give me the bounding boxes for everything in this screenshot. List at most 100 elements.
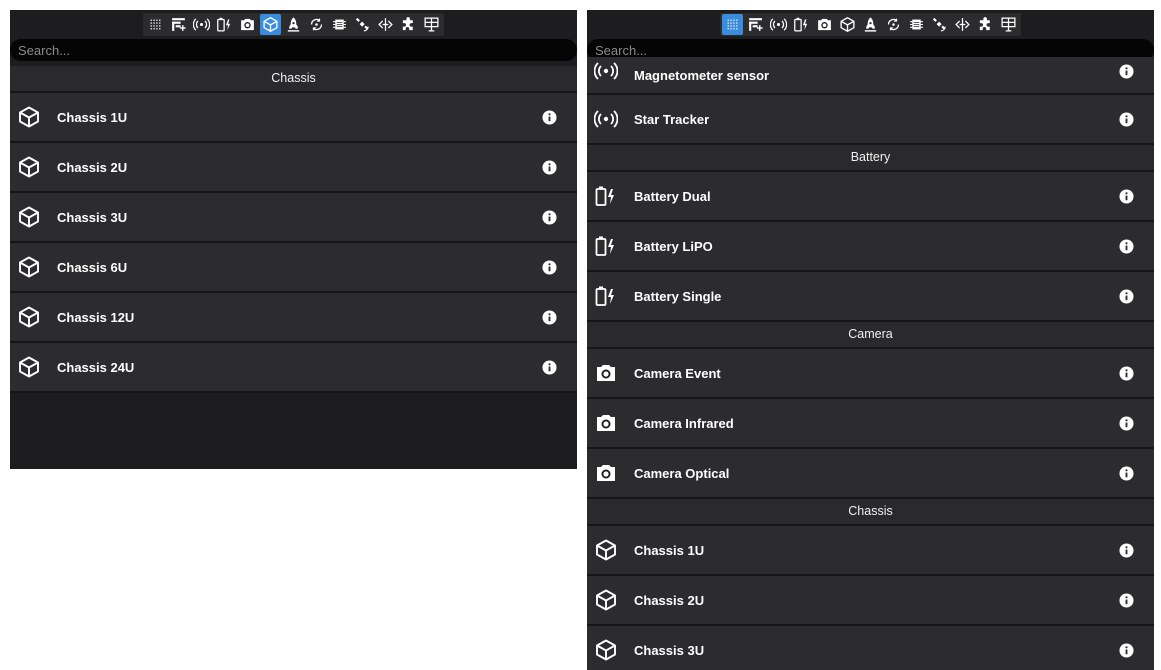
info-icon[interactable] (1119, 466, 1134, 481)
list-item-chassis-2u[interactable]: Chassis 2U (587, 576, 1154, 626)
list-item-battery-lipo[interactable]: Battery LiPO (587, 222, 1154, 272)
cube-icon (17, 205, 41, 229)
toolbar-rocket-button[interactable] (283, 14, 304, 35)
toolbar-dashboard-add-button[interactable] (168, 14, 189, 35)
toolbar-chip-button[interactable] (906, 14, 927, 35)
toolbar-satellite-button[interactable] (929, 14, 950, 35)
info-icon[interactable] (542, 210, 557, 225)
rotation-icon (308, 16, 325, 33)
info-icon[interactable] (1119, 366, 1134, 381)
list-item-label: Chassis 2U (634, 592, 705, 608)
cube-icon (594, 538, 618, 562)
toolbar-grid-button[interactable] (722, 13, 743, 35)
camera-icon (594, 461, 618, 485)
list-item-camera-event[interactable]: Camera Event (587, 349, 1154, 399)
list-item-label: Star Tracker (634, 111, 710, 127)
list-item-chassis-3u[interactable]: Chassis 3U (10, 193, 577, 243)
list-item-camera-optical[interactable]: Camera Optical (587, 449, 1154, 499)
toolbar-table-button[interactable] (421, 14, 442, 35)
list-item-label: Chassis 12U (57, 309, 135, 325)
info-icon[interactable] (1119, 593, 1134, 608)
info-icon[interactable] (1119, 289, 1134, 304)
toolbar-rotation-button[interactable] (306, 14, 327, 35)
list-item-label: Camera Optical (634, 465, 730, 481)
toolbar-rotation-button[interactable] (883, 14, 904, 35)
grid-icon (724, 16, 741, 33)
list-item-label: Camera Event (634, 365, 721, 381)
list-item-chassis-1u[interactable]: Chassis 1U (587, 526, 1154, 576)
info-icon[interactable] (542, 260, 557, 275)
toolbar-battery-charging-button[interactable] (214, 14, 235, 35)
list-item-battery-dual[interactable]: Battery Dual (587, 172, 1154, 222)
list-item-star-tracker[interactable]: Star Tracker (587, 95, 1154, 145)
info-icon[interactable] (542, 110, 557, 125)
cube-icon (17, 355, 41, 379)
list-item-label: Chassis 1U (57, 109, 128, 125)
info-icon[interactable] (542, 160, 557, 175)
toolbar-satellite-button[interactable] (352, 14, 373, 35)
cube-icon (594, 638, 618, 662)
toolbar-chip-button[interactable] (329, 14, 350, 35)
toolbar-antenna-button[interactable] (768, 14, 789, 35)
chip-icon (331, 16, 348, 33)
list-item-label: Chassis 3U (57, 209, 128, 225)
info-icon[interactable] (1119, 189, 1134, 204)
list-item-magnetometer-sensor[interactable]: Magnetometer sensor (587, 57, 1154, 95)
list-item-label: Chassis 24U (57, 359, 135, 375)
toolbar-puzzle-button[interactable] (975, 14, 996, 35)
toolbar-table-button[interactable] (998, 14, 1019, 35)
list-item-chassis-6u[interactable]: Chassis 6U (10, 243, 577, 293)
list-item-label: Chassis 2U (57, 159, 128, 175)
toolbar-dashboard-add-button[interactable] (745, 14, 766, 35)
list-item-label: Battery Dual (634, 188, 711, 204)
rocket-icon (862, 16, 879, 33)
info-icon[interactable] (542, 360, 557, 375)
list-item-label: Chassis 1U (634, 542, 705, 558)
toolbar-thruster-button[interactable] (375, 14, 396, 35)
section-header-chassis: Chassis (587, 499, 1154, 526)
info-icon[interactable] (1119, 64, 1134, 79)
puzzle-icon (400, 16, 417, 33)
toolbar-cube-button[interactable] (837, 14, 858, 35)
toolbar-group (143, 12, 444, 36)
cube-icon (17, 305, 41, 329)
list-item-camera-infrared[interactable]: Camera Infrared (587, 399, 1154, 449)
toolbar-camera-button[interactable] (237, 14, 258, 35)
search-input[interactable] (10, 39, 577, 61)
info-icon[interactable] (1119, 239, 1134, 254)
cube-icon (17, 155, 41, 179)
table-icon (1000, 16, 1017, 33)
toolbar-group (720, 12, 1021, 36)
battery-charging-icon (216, 16, 233, 33)
list-item-chassis-3u[interactable]: Chassis 3U (587, 626, 1154, 670)
battery-charging-icon (594, 284, 618, 308)
list-item-battery-single[interactable]: Battery Single (587, 272, 1154, 322)
list-item-chassis-12u[interactable]: Chassis 12U (10, 293, 577, 343)
battery-charging-icon (594, 234, 618, 258)
list-item-chassis-24u[interactable]: Chassis 24U (10, 343, 577, 393)
camera-icon (239, 16, 256, 33)
info-icon[interactable] (1119, 416, 1134, 431)
info-icon[interactable] (1119, 643, 1134, 658)
toolbar-cube-button[interactable] (260, 13, 281, 35)
info-icon[interactable] (542, 310, 557, 325)
toolbar-rocket-button[interactable] (860, 14, 881, 35)
info-icon[interactable] (1119, 112, 1134, 127)
list-item-label: Chassis 6U (57, 259, 128, 275)
dashboard-add-icon (170, 16, 187, 33)
camera-icon (594, 411, 618, 435)
toolbar-grid-button[interactable] (145, 14, 166, 35)
thruster-icon (377, 16, 394, 33)
list-item-chassis-1u[interactable]: Chassis 1U (10, 93, 577, 143)
toolbar-thruster-button[interactable] (952, 14, 973, 35)
camera-icon (594, 361, 618, 385)
toolbar-puzzle-button[interactable] (398, 14, 419, 35)
right-panel: Magnetometer sensor Star Tracker Battery Ba… (587, 10, 1154, 670)
grid-icon (147, 16, 164, 33)
toolbar-battery-charging-button[interactable] (791, 14, 812, 35)
info-icon[interactable] (1119, 543, 1134, 558)
dashboard-add-icon (747, 16, 764, 33)
toolbar-camera-button[interactable] (814, 14, 835, 35)
toolbar-antenna-button[interactable] (191, 14, 212, 35)
list-item-chassis-2u[interactable]: Chassis 2U (10, 143, 577, 193)
